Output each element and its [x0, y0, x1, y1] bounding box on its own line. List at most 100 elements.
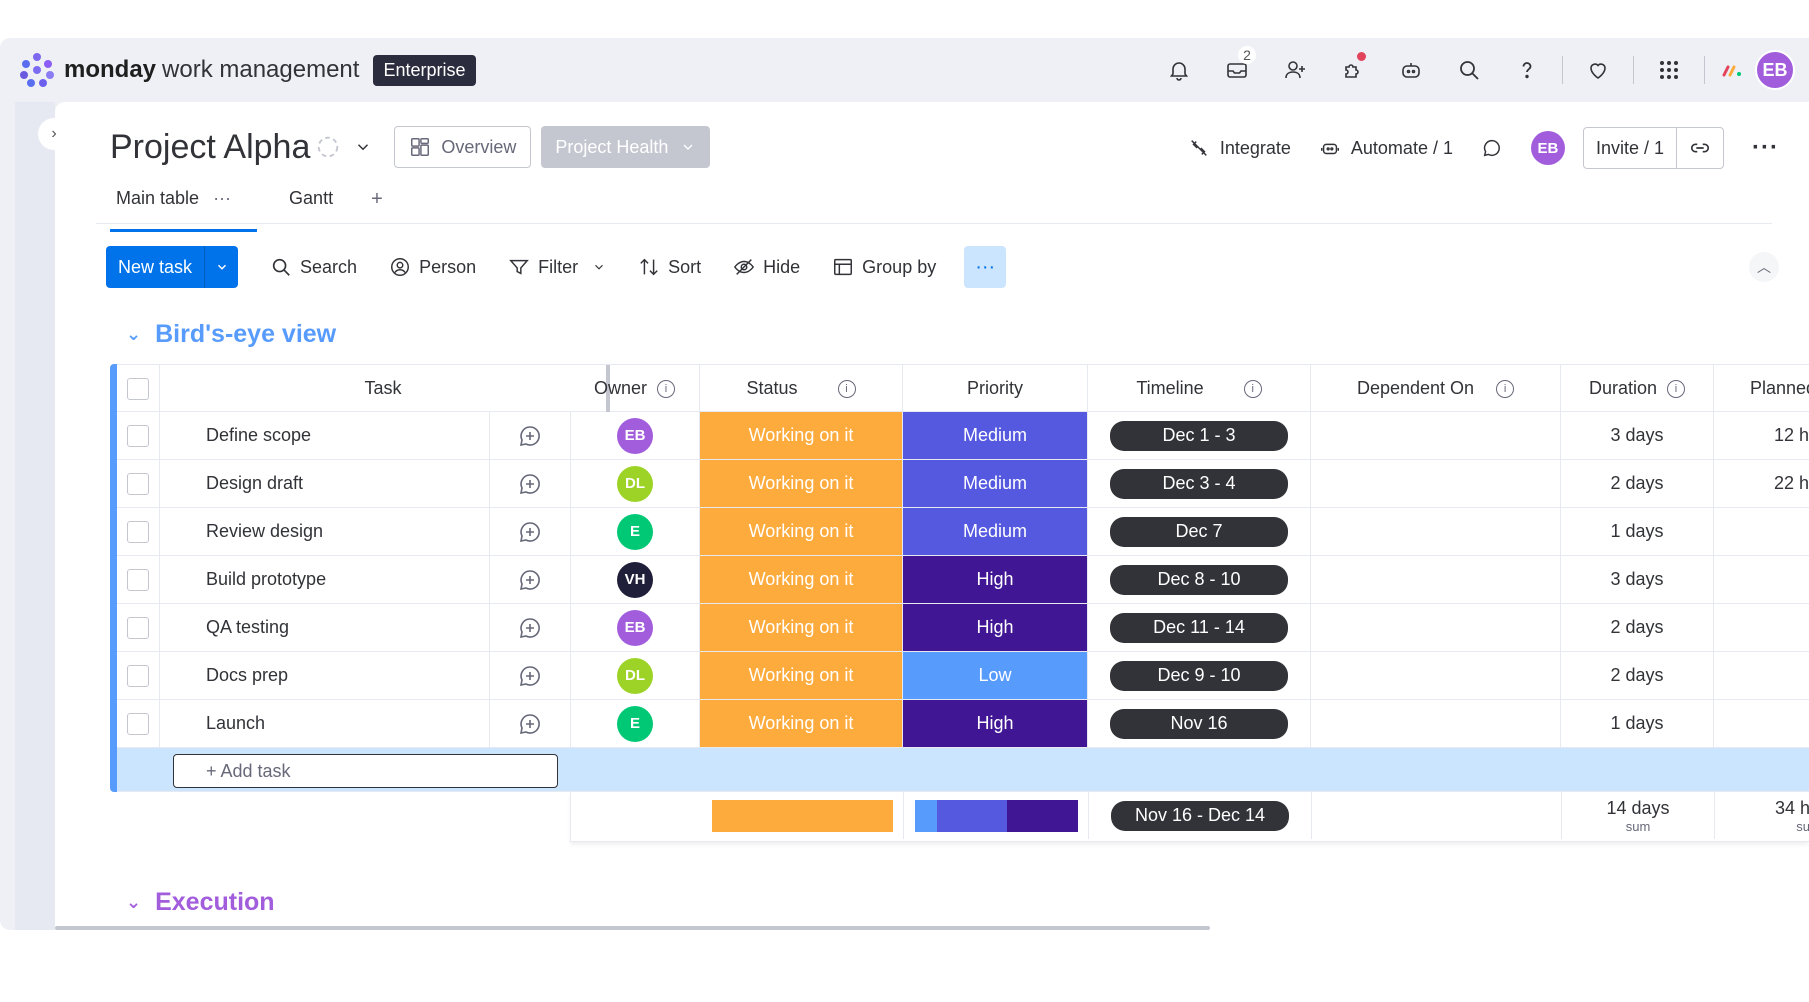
priority-cell[interactable]: Medium — [903, 412, 1088, 459]
owner-avatar[interactable]: VH — [617, 561, 653, 598]
timeline-cell[interactable]: Dec 9 - 10 — [1088, 652, 1311, 699]
board-member-avatar[interactable]: EB — [1530, 131, 1565, 165]
add-task-input[interactable]: + Add task — [173, 754, 558, 788]
row-select-cell[interactable] — [117, 652, 160, 699]
priority-cell[interactable]: High — [903, 556, 1088, 603]
status-cell[interactable]: Working on it — [700, 556, 903, 603]
timeline-cell[interactable]: Dec 8 - 10 — [1088, 556, 1311, 603]
status-cell[interactable]: Working on it — [700, 604, 903, 651]
tab-gantt[interactable]: Gantt — [283, 188, 339, 232]
row-select-cell[interactable] — [117, 508, 160, 555]
row-select-cell[interactable] — [117, 412, 160, 459]
add-update-cell[interactable] — [490, 460, 570, 507]
priority-cell[interactable]: Medium — [903, 508, 1088, 555]
copy-link-icon[interactable] — [1676, 128, 1723, 168]
monday-products-icon[interactable] — [1711, 50, 1755, 90]
info-icon[interactable]: i — [1243, 379, 1262, 398]
row-select-cell[interactable] — [117, 556, 160, 603]
task-name-cell[interactable]: QA testing — [160, 604, 490, 651]
table-row[interactable]: Define scope EB Working on it Medium Dec… — [117, 412, 1809, 460]
row-checkbox[interactable] — [127, 568, 149, 591]
column-header-duration[interactable]: Duration i — [1561, 365, 1714, 412]
user-avatar[interactable]: EB — [1755, 50, 1795, 90]
owner-avatar[interactable]: DL — [617, 657, 653, 694]
column-header-owner[interactable]: Owner i — [570, 365, 700, 412]
invite-button[interactable]: Invite / 1 — [1582, 127, 1725, 169]
chevron-down-icon[interactable] — [204, 246, 238, 288]
expand-sidebar-icon[interactable]: › — [38, 118, 70, 150]
owner-cell[interactable]: DL — [570, 460, 700, 507]
status-cell[interactable]: Working on it — [700, 652, 903, 699]
status-cell[interactable]: Working on it — [700, 700, 903, 747]
info-icon[interactable]: i — [657, 379, 675, 398]
column-header-timeline[interactable]: Timeline i — [1088, 365, 1311, 412]
dependent-on-cell[interactable] — [1311, 460, 1561, 507]
automate-button[interactable]: Automate / 1 — [1319, 137, 1453, 159]
row-checkbox[interactable] — [127, 712, 149, 735]
group-by-button[interactable]: Group by — [832, 256, 936, 278]
updates-button[interactable] — [1481, 137, 1503, 159]
dependent-on-cell[interactable] — [1311, 412, 1561, 459]
table-row[interactable]: Design draft DL Working on it Medium Dec… — [117, 460, 1809, 508]
integrate-button[interactable]: Integrate — [1188, 137, 1291, 159]
column-header-dependent-on[interactable]: Dependent On i — [1311, 365, 1561, 412]
priority-cell[interactable]: High — [903, 604, 1088, 651]
timeline-summary[interactable]: Nov 16 - Dec 14 — [1089, 792, 1312, 839]
planned-cell[interactable] — [1714, 556, 1809, 603]
add-update-cell[interactable] — [490, 412, 570, 459]
timeline-cell[interactable]: Nov 16 — [1088, 700, 1311, 747]
more-actions-button[interactable]: ··· — [964, 246, 1007, 288]
sort-button[interactable]: Sort — [638, 256, 701, 278]
group-title[interactable]: ⌄ Bird's-eye view — [126, 320, 336, 349]
row-checkbox[interactable] — [127, 616, 149, 639]
task-name-cell[interactable]: Define scope — [160, 412, 490, 459]
table-row[interactable]: Review design E Working on it Medium Dec… — [117, 508, 1809, 556]
app-grid-icon[interactable] — [1640, 50, 1698, 90]
owner-cell[interactable]: E — [570, 508, 700, 555]
project-health-button[interactable]: Project Health — [541, 126, 711, 168]
search-icon[interactable] — [1440, 50, 1498, 90]
owner-avatar[interactable]: EB — [617, 609, 653, 646]
help-icon[interactable] — [1498, 50, 1556, 90]
timeline-cell[interactable]: Dec 3 - 4 — [1088, 460, 1311, 507]
group-title[interactable]: ⌄ Execution — [126, 888, 275, 917]
row-checkbox[interactable] — [127, 472, 149, 495]
status-cell[interactable]: Working on it — [700, 508, 903, 555]
task-name-cell[interactable]: Docs prep — [160, 652, 490, 699]
timeline-cell[interactable]: Dec 1 - 3 — [1088, 412, 1311, 459]
title-chevron-down-icon[interactable] — [354, 138, 372, 156]
priority-summary[interactable] — [904, 792, 1089, 839]
person-filter-button[interactable]: Person — [389, 256, 476, 278]
dependent-on-cell[interactable] — [1311, 652, 1561, 699]
column-header-status[interactable]: Status i — [700, 365, 903, 412]
dependent-on-cell[interactable] — [1311, 508, 1561, 555]
column-header-priority[interactable]: Priority — [903, 365, 1088, 412]
ai-assistant-icon[interactable] — [1382, 50, 1440, 90]
priority-cell[interactable]: Medium — [903, 460, 1088, 507]
owner-avatar[interactable]: E — [617, 513, 653, 550]
priority-cell[interactable]: Low — [903, 652, 1088, 699]
filter-button[interactable]: Filter — [508, 256, 606, 278]
tab-main-table[interactable]: Main table ··· — [110, 188, 258, 232]
priority-cell[interactable]: High — [903, 700, 1088, 747]
dependent-on-cell[interactable] — [1311, 700, 1561, 747]
duration-cell[interactable]: 3 days — [1561, 412, 1714, 459]
select-all-cell[interactable] — [117, 365, 160, 412]
status-summary[interactable] — [701, 792, 904, 839]
planned-cell[interactable] — [1714, 700, 1809, 747]
table-row[interactable]: Build prototype VH Working on it High De… — [117, 556, 1809, 604]
info-icon[interactable]: i — [837, 379, 856, 398]
overview-button[interactable]: Overview — [394, 126, 532, 168]
notifications-icon[interactable] — [1150, 50, 1208, 90]
logo[interactable]: monday work management Enterprise — [20, 53, 476, 87]
task-name-cell[interactable]: Review design — [160, 508, 490, 555]
add-update-cell[interactable] — [490, 700, 570, 747]
row-select-cell[interactable] — [117, 700, 160, 747]
dependent-on-cell[interactable] — [1311, 556, 1561, 603]
add-update-cell[interactable] — [490, 508, 570, 555]
row-select-cell[interactable] — [117, 604, 160, 651]
apps-puzzle-icon[interactable] — [1324, 50, 1382, 90]
owner-cell[interactable]: E — [570, 700, 700, 747]
task-name-cell[interactable]: Build prototype — [160, 556, 490, 603]
timeline-cell[interactable]: Dec 11 - 14 — [1088, 604, 1311, 651]
